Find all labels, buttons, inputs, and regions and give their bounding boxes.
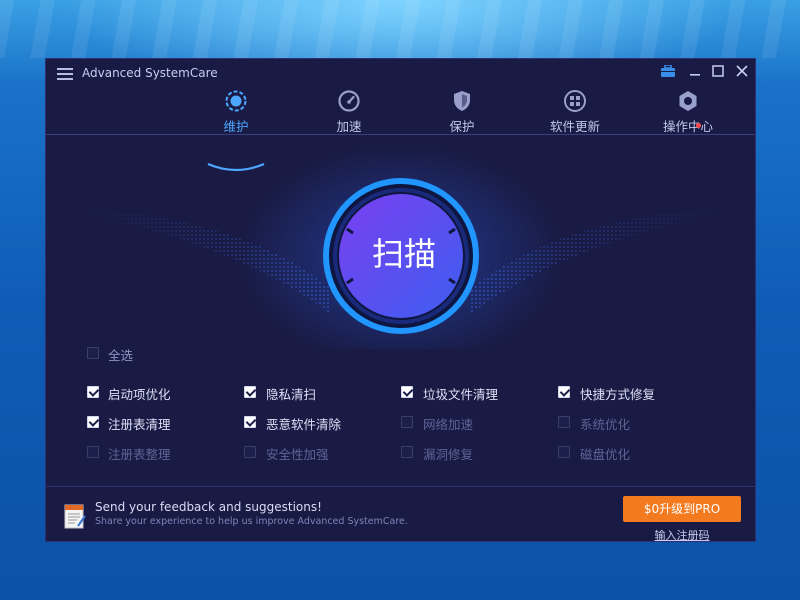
checkbox-security-harden[interactable] [244,446,256,458]
checkbox-junk-file-clean[interactable] [401,386,413,398]
enter-registration-code-link[interactable]: 输入注册码 [623,527,741,543]
checkbox-disk-optimize[interactable] [558,446,570,458]
tab-software-update[interactable]: 软件更新 [525,89,625,135]
checkbox-label: 恶意软件清除 [266,417,342,432]
tab-speedup[interactable]: 加速 [299,89,399,135]
checkbox-label: 隐私清扫 [266,387,317,402]
close-button[interactable] [734,65,750,81]
feedback-note-icon[interactable] [64,502,86,529]
app-title: Advanced SystemCare [82,66,218,80]
tab-protect[interactable]: 保护 [412,89,512,135]
minimize-button[interactable] [687,65,703,81]
checkbox-privacy-sweep[interactable] [244,386,256,398]
action-center-icon [679,91,697,111]
tab-action-center[interactable]: 操作中心 [638,89,738,135]
checkbox-label: 垃圾文件清理 [423,387,499,402]
checkbox-registry-clean[interactable] [87,416,99,428]
checkbox-malware-removal[interactable] [244,416,256,428]
checkbox-label: 快捷方式修复 [580,387,656,402]
checkbox-label: 注册表整理 [108,447,171,462]
select-all-label: 全选 [108,348,134,363]
checkbox-label: 磁盘优化 [580,447,631,462]
tab-label: 软件更新 [549,119,600,134]
tab-maintenance[interactable]: 维护 [186,89,286,135]
main-tabs: 维护 加速 保护 软件更新 操作中心 [106,89,713,172]
maintenance-icon [225,90,247,112]
notification-dot [696,123,701,128]
checkbox-label: 注册表清理 [108,417,171,432]
checkbox-label: 系统优化 [580,417,631,432]
tab-label: 加速 [336,119,362,134]
apps-update-icon [564,90,586,112]
feedback-title[interactable]: Send your feedback and suggestions! [95,500,322,514]
title-bar: Advanced SystemCare [46,59,755,87]
checkbox-shortcut-fix[interactable] [558,386,570,398]
upgrade-to-pro-button[interactable]: $0升级到PRO [623,496,741,522]
footer-divider [46,486,755,487]
checkbox-label: 漏洞修复 [423,447,474,462]
checkbox-network-boost[interactable] [401,416,413,428]
select-all-checkbox[interactable] [87,347,99,359]
checkbox-label: 启动项优化 [108,387,171,402]
briefcase-icon[interactable] [660,64,676,81]
checkbox-system-optimize[interactable] [558,416,570,428]
shield-icon [454,91,470,111]
desktop-background [0,0,800,58]
checkbox-startup-optimize[interactable] [87,386,99,398]
checkbox-registry-defrag[interactable] [87,446,99,458]
tab-label: 保护 [449,119,475,134]
tab-divider [46,134,755,135]
checkbox-label: 安全性加强 [266,447,329,462]
checkbox-label: 网络加速 [423,417,474,432]
tab-label: 操作中心 [662,119,713,134]
feedback-subtitle: Share your experience to help us improve… [95,516,408,527]
maximize-button[interactable] [710,65,726,81]
hamburger-menu-icon[interactable] [57,68,73,80]
scan-button[interactable]: 扫描 [339,229,469,275]
speedometer-icon [338,90,360,112]
tab-label: 维护 [223,119,249,134]
app-window: Advanced SystemCare 维护 加速 保护 软件更新 操作中心 扫… [45,58,756,542]
checkbox-vulnerability-fix[interactable] [401,446,413,458]
